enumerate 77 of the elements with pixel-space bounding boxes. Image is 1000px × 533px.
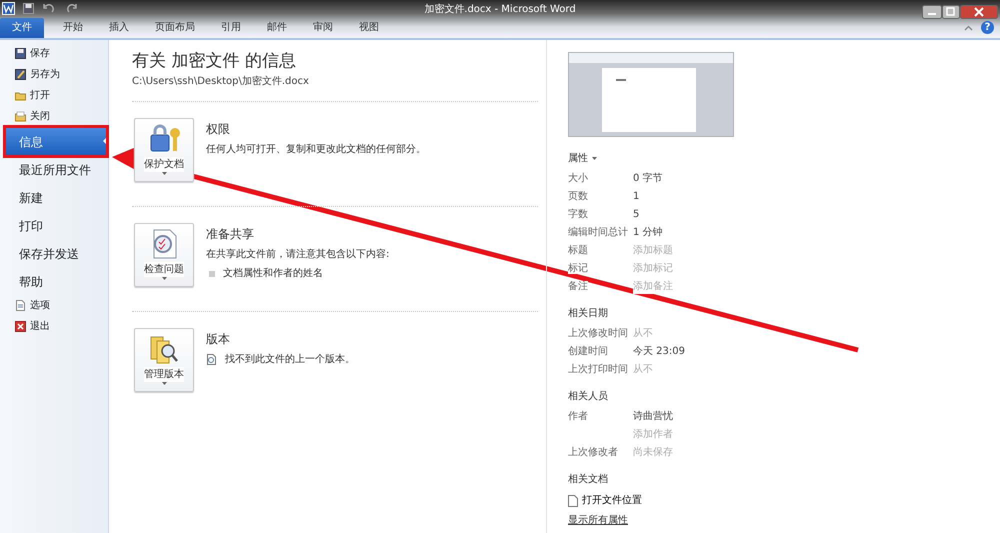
property-label: 大小 (568, 172, 588, 184)
version-note: 找不到此文件的上一个版本。 (225, 352, 355, 367)
menu-command[interactable]: 退出 (0, 316, 108, 337)
property-value: 0 字节 (633, 170, 663, 186)
restore-icon[interactable] (942, 4, 960, 18)
ribbon-tab[interactable]: 文件 (0, 18, 44, 38)
section-heading: 权限 (206, 121, 231, 138)
save-as-icon (15, 69, 26, 80)
menu-command[interactable]: 保存 (0, 43, 108, 64)
ribbon-tab[interactable]: 插入 (96, 18, 142, 38)
ribbon-tab[interactable]: 引用 (208, 18, 254, 38)
file-icon (568, 494, 578, 506)
property-value: 1 分钟 (633, 224, 663, 240)
minimize-icon[interactable] (922, 4, 942, 18)
menu-tab[interactable]: 帮助 (4, 267, 108, 295)
menu-command[interactable]: 关闭 (0, 106, 108, 127)
protect-document-button[interactable]: 保护文档 (134, 118, 194, 182)
folder-icon (15, 111, 26, 122)
property-label: 上次修改时间 (568, 328, 628, 338)
dropdown-arrow-icon (162, 382, 166, 385)
menu-command[interactable]: 选项 (0, 295, 108, 316)
close-icon[interactable] (960, 4, 998, 18)
section-description: 任何人均可打开、复制和更改此文档的任何部分。 (206, 142, 426, 157)
menu-command[interactable]: 另存为 (0, 64, 108, 85)
page-title: 有关 加密文件 的信息 (132, 50, 297, 72)
help-icon[interactable]: ? (981, 21, 994, 34)
menu-tab[interactable]: 新建 (4, 183, 108, 211)
folder-icon (15, 90, 26, 101)
dropdown-arrow-icon[interactable] (592, 157, 597, 160)
group-heading: 相关人员 (568, 390, 608, 404)
ribbon-tab[interactable]: 页面布局 (142, 18, 208, 38)
property-label: 创建时间 (568, 346, 608, 356)
document-icon (15, 300, 26, 311)
check-issues-button[interactable]: 检查问题 (134, 223, 194, 287)
section-description: 在共享此文件前，请注意其包含以下内容: (206, 248, 390, 262)
dropdown-arrow-icon (162, 277, 166, 280)
property-label: 字数 (568, 208, 588, 220)
menu-command[interactable]: 打开 (0, 85, 108, 106)
menu-tab[interactable]: 信息 (4, 127, 108, 155)
window-title: 加密文件.docx - Microsoft Word (424, 4, 576, 15)
bullet-icon (209, 270, 215, 276)
property-label: 上次打印时间 (568, 364, 628, 374)
exit-icon (15, 321, 26, 332)
group-heading: 相关日期 (568, 306, 608, 321)
ribbon-tab[interactable]: 视图 (346, 18, 392, 38)
version-icon (206, 354, 217, 365)
redo-icon[interactable] (66, 3, 78, 14)
group-heading: 属性 (568, 152, 588, 166)
section-heading: 版本 (206, 331, 231, 348)
ribbon-tab[interactable]: 邮件 (254, 18, 300, 38)
word-app-icon[interactable] (2, 2, 15, 15)
property-value: 今天 23:09 (633, 344, 685, 358)
ribbon-tab[interactable]: 开始 (50, 18, 96, 38)
property-label: 上次修改者 (568, 446, 618, 458)
open-location-link[interactable]: 打开文件位置 (568, 493, 642, 508)
save-icon[interactable] (23, 3, 34, 14)
collapse-icon[interactable] (964, 24, 973, 30)
dropdown-arrow-icon (162, 172, 166, 175)
property-value: 诗曲营忧 (633, 408, 673, 424)
group-heading: 相关文档 (568, 472, 609, 487)
property-label: 标题 (568, 244, 588, 256)
file-path: C:\Users\ssh\Desktop\加密文件.docx (132, 74, 310, 89)
section-heading: 准备共享 (206, 226, 255, 243)
save-icon (15, 48, 26, 59)
property-label: 作者 (568, 410, 588, 422)
undo-icon[interactable] (42, 3, 56, 14)
property-label: 页数 (568, 190, 588, 202)
menu-tab[interactable]: 打印 (4, 211, 108, 239)
menu-tab[interactable]: 保存并发送 (4, 239, 108, 267)
manage-versions-button[interactable]: 管理版本 (134, 328, 194, 392)
show-all-link[interactable]: 显示所有属性 (568, 513, 628, 528)
ribbon-tab[interactable]: 审阅 (300, 18, 346, 38)
menu-tab[interactable]: 最近所用文件 (4, 155, 108, 183)
property-label: 标记 (568, 262, 588, 274)
bullet-item: 文档属性和作者的姓名 (223, 266, 323, 281)
property-label: 备注 (568, 280, 588, 292)
property-label: 编辑时间总计 (568, 226, 628, 238)
